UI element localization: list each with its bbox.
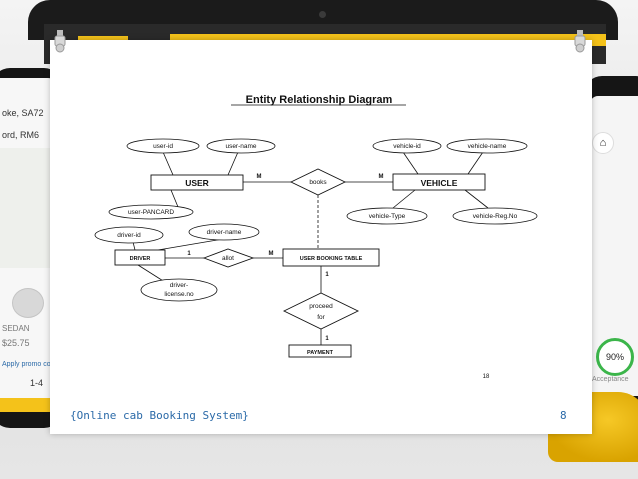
diagram-page-label: 18: [483, 374, 490, 380]
label-rel-proceed-1: proceed: [309, 303, 333, 310]
label-driver-license-1: driver-: [170, 282, 188, 289]
connector-user-pancard: [170, 189, 179, 208]
card-allot-driver: 1: [187, 251, 191, 257]
label-vehicle-name: vehicle-name: [468, 143, 507, 150]
label-user-pancard: user-PANCARD: [128, 209, 174, 216]
label-vehicle-regno: vehicle-Reg.No: [473, 213, 518, 220]
fare-label: $25.75: [2, 338, 30, 348]
card-booking-proceed: 1: [325, 272, 329, 278]
left-phone-action-bar: [0, 398, 56, 412]
pushpin-left-icon: [54, 30, 66, 53]
rel-proceed-for: [282, 292, 360, 330]
car-icon: [12, 288, 44, 318]
home-icon: ⌂: [592, 132, 614, 154]
label-entity-booking: USER BOOKING TABLE: [300, 256, 363, 262]
slide-page-number: 8: [560, 409, 567, 422]
label-entity-user: USER: [185, 178, 209, 188]
label-rel-books: books: [309, 179, 327, 186]
label-driver-license-2: license.no: [164, 291, 194, 298]
left-phone-screen: oke, SA72 ord, RM6 SEDAN $25.75 Apply pr…: [0, 78, 58, 412]
diagram-title: Entity Relationship Diagram: [246, 94, 393, 106]
label-vehicle-type: vehicle-Type: [369, 213, 406, 220]
er-diagram: Entity Relationship Diagram user-id user…: [94, 94, 538, 380]
slide-footer-title: {Online cab Booking System}: [70, 409, 249, 422]
connector-vehicle-id: [402, 151, 419, 175]
map-area: [0, 148, 56, 268]
connector-vehicle-regno: [464, 189, 489, 209]
er-diagram-image: Entity Relationship Diagram user-id user…: [93, 64, 545, 396]
card-allot-booking: M: [269, 251, 274, 257]
seat-count: 1-4: [30, 378, 44, 388]
pushpin-right-icon: [574, 30, 586, 53]
connector-vehicle-name: [467, 151, 484, 175]
car-type-label: SEDAN: [2, 324, 30, 333]
card-proceed-payment: 1: [325, 336, 329, 342]
card-books-user: M: [257, 174, 262, 180]
connector-user-id: [162, 151, 174, 176]
pickup-address: oke, SA72: [2, 108, 44, 118]
label-user-id: user-id: [153, 143, 173, 150]
label-vehicle-id: vehicle-id: [393, 143, 421, 150]
label-user-name: user-name: [225, 143, 256, 150]
label-entity-payment: PAYMENT: [307, 350, 334, 356]
laptop-camera: [319, 11, 326, 18]
connector-vehicle-type: [392, 189, 416, 209]
label-rel-proceed-2: for: [317, 314, 325, 321]
connector-driver-name: [157, 238, 224, 251]
acceptance-caption: Acceptance: [592, 376, 629, 383]
connector-user-name: [227, 151, 239, 176]
dropoff-address: ord, RM6: [2, 130, 40, 140]
acceptance-gauge: 90%: [596, 338, 634, 376]
label-entity-vehicle: VEHICLE: [421, 178, 458, 188]
label-entity-driver: DRIVER: [130, 256, 151, 262]
label-rel-allot: allot: [222, 255, 234, 262]
card-books-vehicle: M: [379, 174, 384, 180]
label-driver-id: driver-id: [117, 232, 141, 239]
label-driver-name: driver-name: [207, 229, 242, 236]
